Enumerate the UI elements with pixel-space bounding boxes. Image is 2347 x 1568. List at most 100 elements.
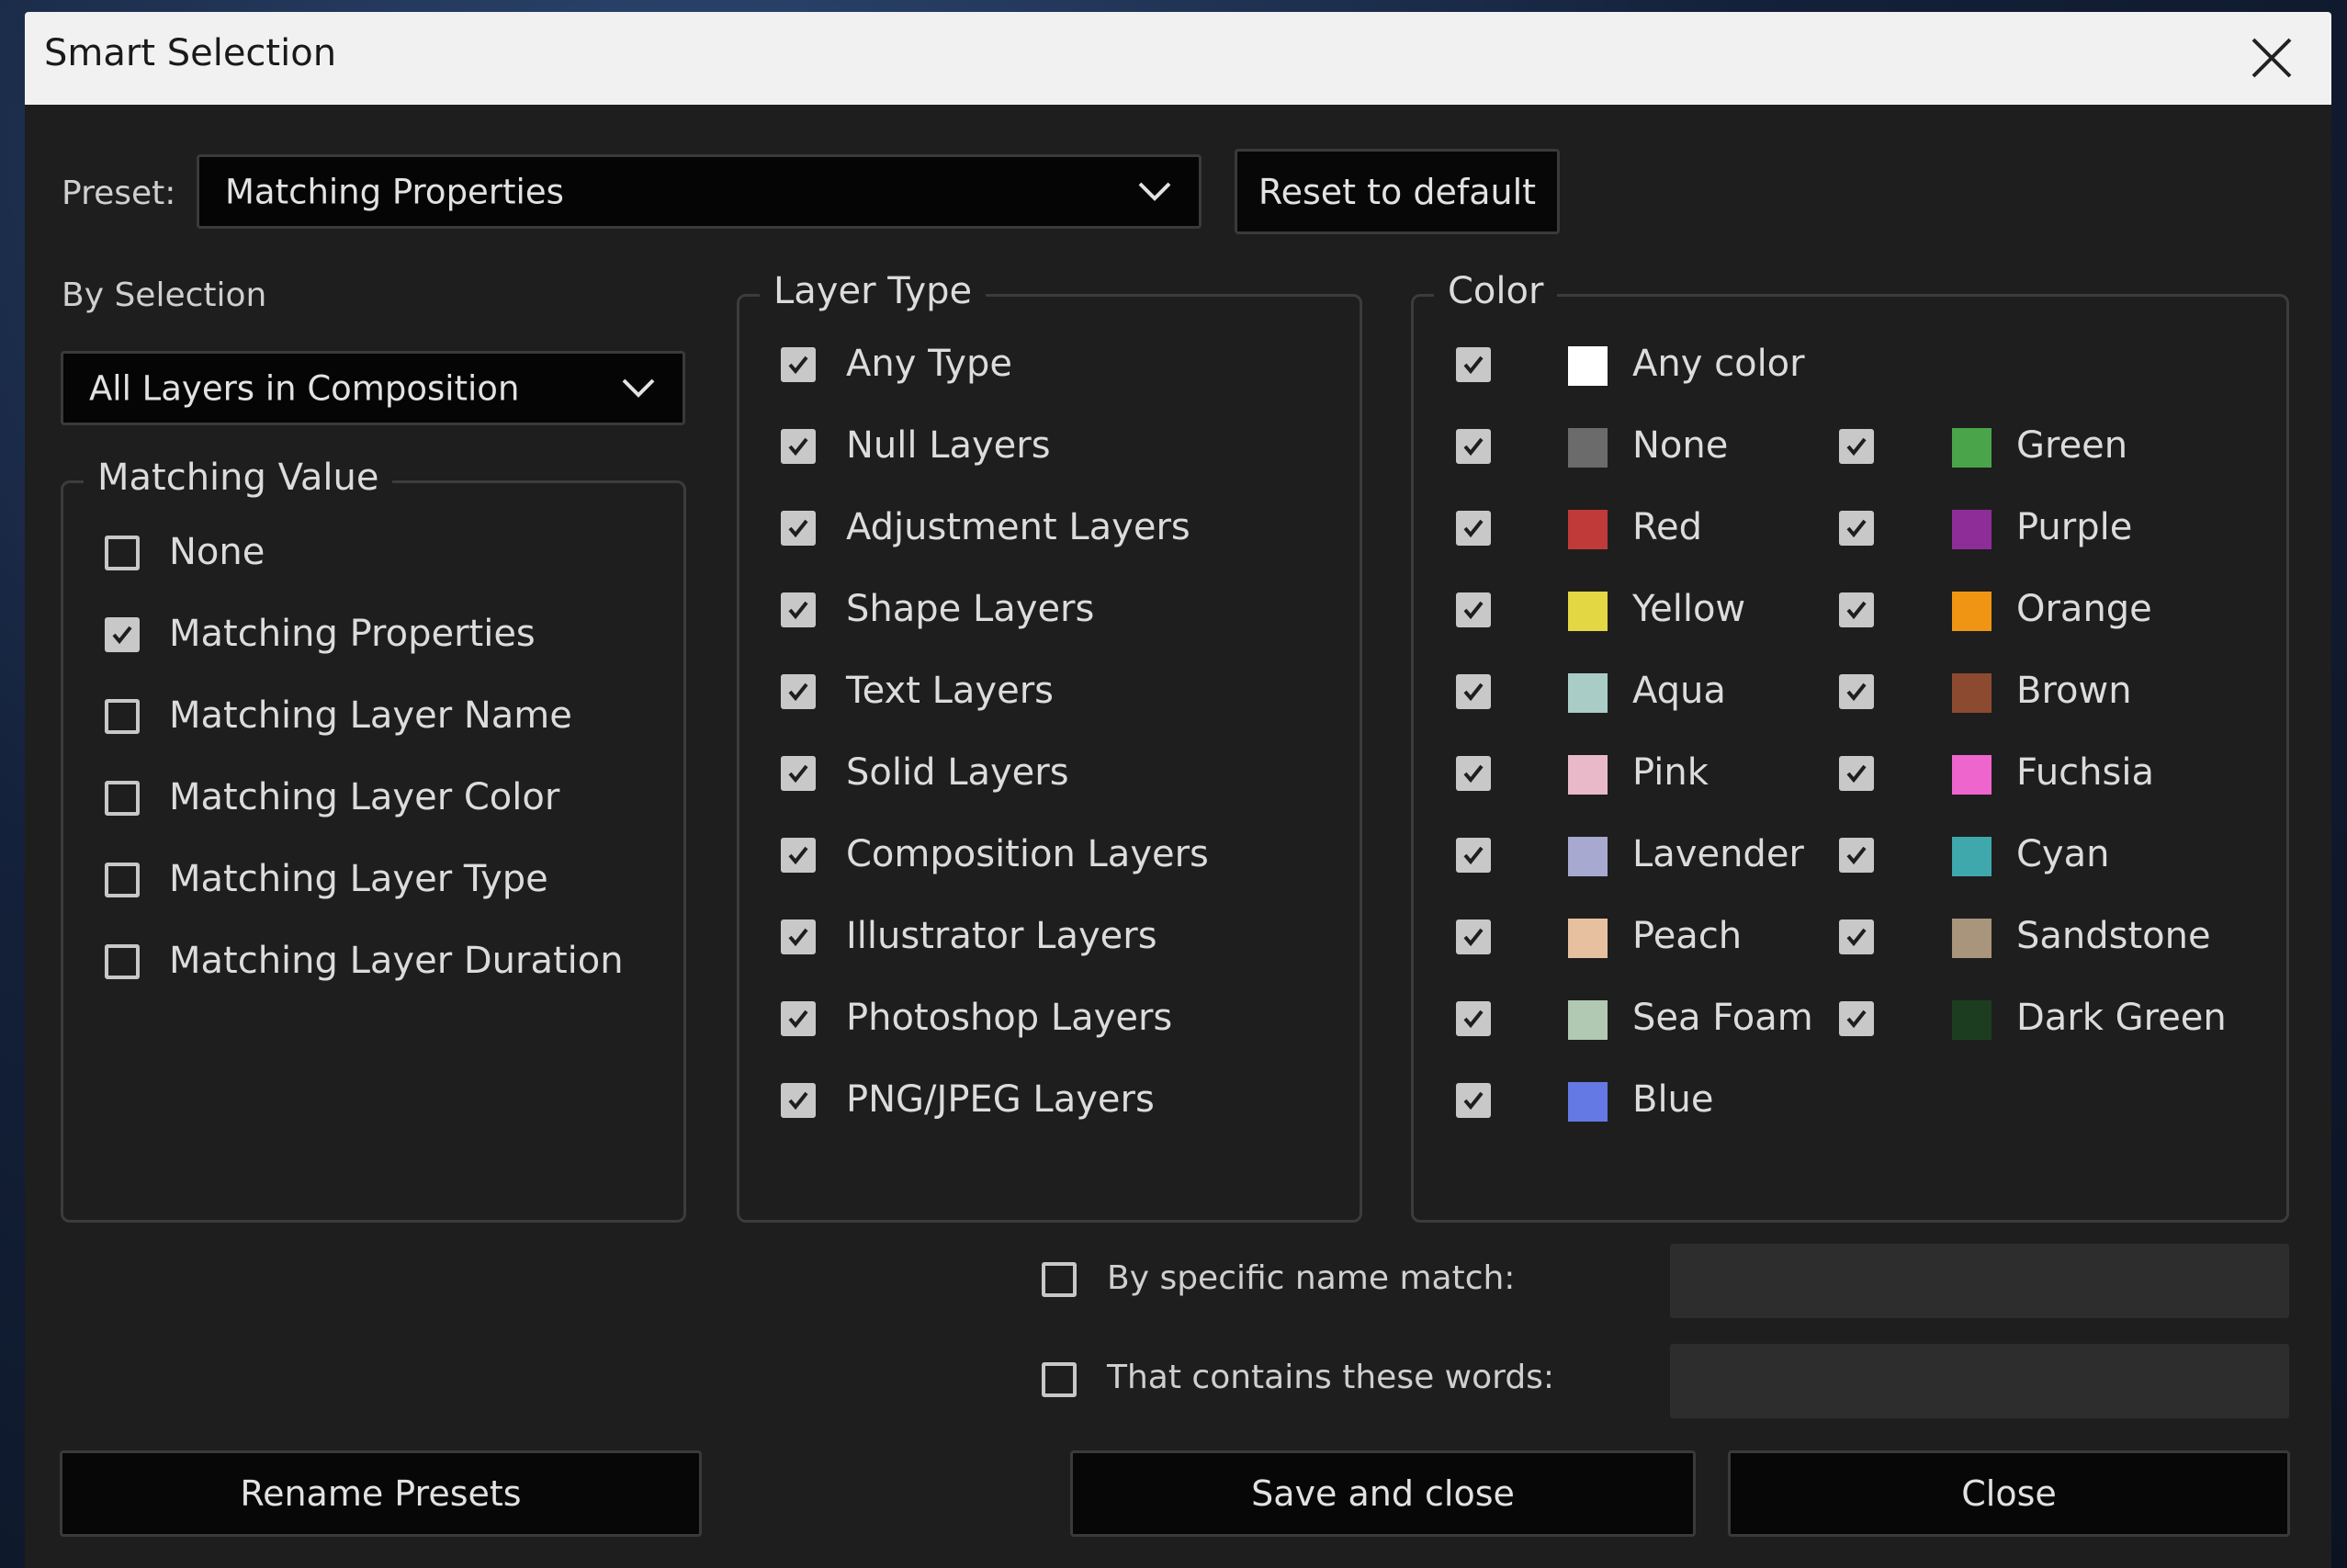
color-any-label: Any color [1632,343,1805,385]
matching-value-checkbox[interactable] [105,944,140,979]
matching-value-group [61,480,686,1223]
specific-name-match-input[interactable] [1670,1244,2289,1318]
matching-value-option-label: Matching Layer Name [169,694,572,737]
checkmark-icon [1463,928,1484,947]
layer-type-checkbox[interactable] [781,1001,816,1036]
layer-type-checkbox[interactable] [781,347,816,382]
specific-name-match-checkbox[interactable] [1042,1262,1077,1297]
specific-name-match-label: By specific name match: [1107,1259,1516,1297]
checkmark-icon [112,626,132,645]
color-option-label: Orange [2016,588,2152,630]
checkmark-icon [1846,437,1867,457]
color-option-label: None [1632,424,1729,467]
matching-value-checkbox[interactable] [105,536,140,570]
rename-presets-button[interactable]: Rename Presets [60,1450,702,1537]
color-checkbox[interactable] [1839,919,1874,954]
color-checkbox[interactable] [1456,592,1491,627]
layer-type-checkbox[interactable] [781,756,816,791]
color-checkbox[interactable] [1456,919,1491,954]
checkmark-icon [1846,846,1867,865]
layer-type-checkbox[interactable] [781,592,816,627]
checkmark-icon [1846,519,1867,538]
color-checkbox[interactable] [1456,511,1491,546]
color-checkbox[interactable] [1839,429,1874,464]
checkmark-icon [1463,437,1484,457]
matching-value-checkbox[interactable] [105,617,140,652]
color-option-label: Sandstone [2016,915,2211,957]
color-checkbox[interactable] [1456,1001,1491,1036]
color-checkbox[interactable] [1456,756,1491,791]
color-checkbox[interactable] [1839,592,1874,627]
layer-type-checkbox[interactable] [781,838,816,873]
color-option-label: Cyan [2016,833,2110,875]
color-checkbox[interactable] [1839,1001,1874,1036]
layer-type-option-label: Null Layers [846,424,1051,467]
contains-words-input[interactable] [1670,1344,2289,1418]
matching-value-option-label: Matching Layer Type [169,858,548,900]
checkmark-icon [1463,764,1484,784]
color-any-checkbox[interactable] [1456,347,1491,382]
contains-words-label: That contains these words: [1107,1359,1555,1396]
color-checkbox[interactable] [1456,674,1491,709]
checkmark-icon [788,928,808,947]
checkmark-icon [1463,846,1484,865]
color-swatch [1568,837,1608,876]
color-swatch [1952,673,1992,713]
preset-selected-value: Matching Properties [225,172,564,211]
color-checkbox[interactable] [1456,1083,1491,1118]
checkmark-icon [788,601,808,620]
color-option-label: Sea Foam [1632,997,1813,1039]
layer-type-checkbox[interactable] [781,429,816,464]
color-checkbox[interactable] [1456,429,1491,464]
color-option-label: Fuchsia [2016,751,2154,794]
color-legend: Color [1434,270,1558,312]
reset-to-default-button[interactable]: Reset to default [1235,149,1560,234]
color-swatch [1568,1000,1608,1040]
close-button[interactable]: Close [1728,1450,2290,1537]
color-swatch [1568,510,1608,549]
layer-type-checkbox[interactable] [781,674,816,709]
checkmark-icon [788,846,808,865]
color-swatch [1568,1082,1608,1122]
color-swatch [1568,673,1608,713]
checkmark-icon [1846,601,1867,620]
color-swatch [1568,428,1608,468]
color-swatch [1952,592,1992,631]
color-option-label: Dark Green [2016,997,2227,1039]
matching-value-checkbox[interactable] [105,699,140,734]
by-selection-dropdown[interactable]: All Layers in Composition [61,351,685,425]
color-option-label: Aqua [1632,670,1726,712]
matching-value-legend: Matching Value [84,457,393,499]
save-and-close-button[interactable]: Save and close [1070,1450,1696,1537]
contains-words-checkbox[interactable] [1042,1362,1077,1397]
checkmark-icon [1463,1010,1484,1029]
checkmark-icon [788,437,808,457]
color-swatch [1568,592,1608,631]
chevron-down-icon [622,378,655,398]
matching-value-checkbox[interactable] [105,863,140,897]
layer-type-option-label: Photoshop Layers [846,997,1173,1039]
matching-value-checkbox[interactable] [105,781,140,816]
layer-type-option-label: PNG/JPEG Layers [846,1078,1155,1121]
layer-type-option-label: Shape Layers [846,588,1095,630]
checkmark-icon [1463,682,1484,702]
layer-type-legend: Layer Type [760,270,987,312]
close-icon[interactable] [2248,34,2296,82]
by-selection-label: By Selection [62,276,267,314]
layer-type-checkbox[interactable] [781,1083,816,1118]
checkmark-icon [788,519,808,538]
layer-type-checkbox[interactable] [781,919,816,954]
color-checkbox[interactable] [1839,674,1874,709]
color-checkbox[interactable] [1839,838,1874,873]
preset-dropdown[interactable]: Matching Properties [197,154,1202,229]
checkmark-icon [1463,519,1484,538]
color-swatch [1952,755,1992,795]
color-checkbox[interactable] [1839,511,1874,546]
checkmark-icon [788,355,808,375]
color-checkbox[interactable] [1839,756,1874,791]
color-option-label: Purple [2016,506,2133,548]
smart-selection-dialog: Smart Selection Preset: Matching Propert… [25,12,2331,1568]
title-bar: Smart Selection [25,12,2331,105]
color-checkbox[interactable] [1456,838,1491,873]
layer-type-checkbox[interactable] [781,511,816,546]
